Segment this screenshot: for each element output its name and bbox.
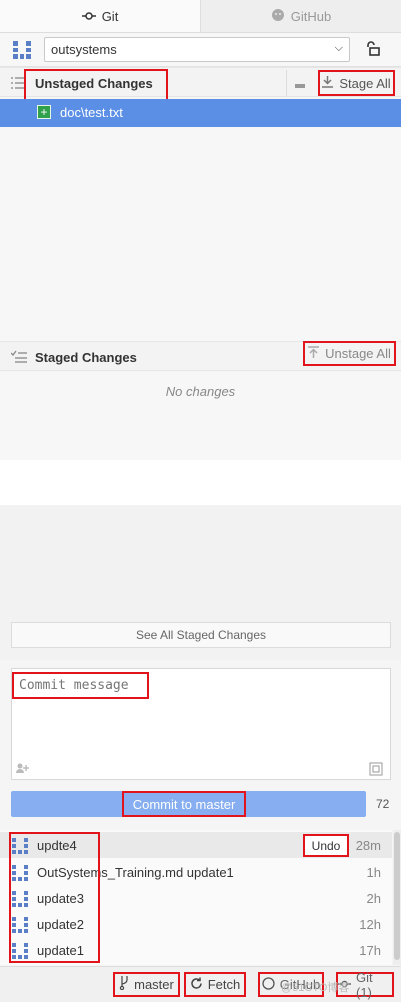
- staged-list: No changes: [0, 372, 401, 460]
- history-time: 12h: [359, 917, 381, 932]
- expand-icon[interactable]: [369, 762, 383, 779]
- highlight-history: [9, 832, 100, 963]
- tab-git[interactable]: Git: [0, 0, 201, 32]
- git-commit-icon: [81, 9, 96, 24]
- history-time: 28m: [355, 838, 381, 853]
- unstage-all-label: Unstage All: [325, 346, 391, 361]
- unlock-icon[interactable]: [364, 41, 380, 60]
- staged-title: Staged Changes: [35, 350, 137, 365]
- scrollbar-thumb[interactable]: [394, 832, 400, 960]
- unstage-all-button[interactable]: Unstage All: [303, 341, 396, 366]
- commit-button-label[interactable]: Commit to master: [122, 791, 246, 817]
- unstaged-list: [0, 127, 401, 341]
- divider-area: [0, 460, 401, 505]
- empty-state-text: No changes: [165, 384, 236, 399]
- see-all-staged-button[interactable]: See All Staged Changes: [11, 622, 391, 648]
- tab-git-label: Git: [101, 8, 119, 24]
- list-icon: [11, 76, 25, 93]
- branch-label: master: [134, 977, 174, 992]
- tab-github[interactable]: GitHub: [201, 0, 401, 32]
- repository-icon: [12, 40, 32, 63]
- branch-icon: [119, 976, 129, 993]
- minus-icon: [294, 76, 305, 91]
- character-count: 72: [376, 797, 390, 811]
- collapse-button[interactable]: [286, 70, 312, 96]
- stage-all-button[interactable]: Stage All: [318, 70, 395, 96]
- repository-select[interactable]: outsystems ⌵: [44, 37, 350, 62]
- upload-icon: [308, 346, 320, 361]
- repository-select-value: outsystems: [51, 42, 117, 57]
- list-item[interactable]: + doc\test.txt: [0, 99, 401, 127]
- github-icon: [262, 976, 275, 993]
- tab-github-label: GitHub: [290, 8, 332, 24]
- watermark: @51CTO博客: [281, 982, 350, 994]
- chevron-down-icon: ⌵: [334, 42, 343, 54]
- file-added-icon: +: [37, 105, 51, 119]
- fetch-button[interactable]: Fetch: [184, 972, 246, 997]
- history-time: 2h: [366, 891, 381, 906]
- history-time: 17h: [359, 943, 381, 958]
- commit-message-input[interactable]: [12, 672, 149, 699]
- branch-button[interactable]: master: [113, 972, 180, 997]
- undo-button[interactable]: Undo: [303, 834, 349, 857]
- panel-tabs: Git GitHub: [0, 0, 401, 33]
- refresh-icon: [190, 977, 203, 993]
- fetch-label: Fetch: [207, 977, 241, 992]
- add-coauthor-icon[interactable]: [16, 763, 30, 776]
- git-status-label: Git (1): [356, 969, 373, 1000]
- stage-all-label: Stage All: [339, 75, 391, 91]
- checklist-icon: [10, 350, 27, 367]
- repository-bar: outsystems ⌵: [0, 33, 401, 67]
- file-name: doc\test.txt: [60, 105, 123, 120]
- github-icon: [271, 8, 285, 25]
- history-time: 1h: [366, 865, 381, 880]
- download-icon: [322, 75, 334, 91]
